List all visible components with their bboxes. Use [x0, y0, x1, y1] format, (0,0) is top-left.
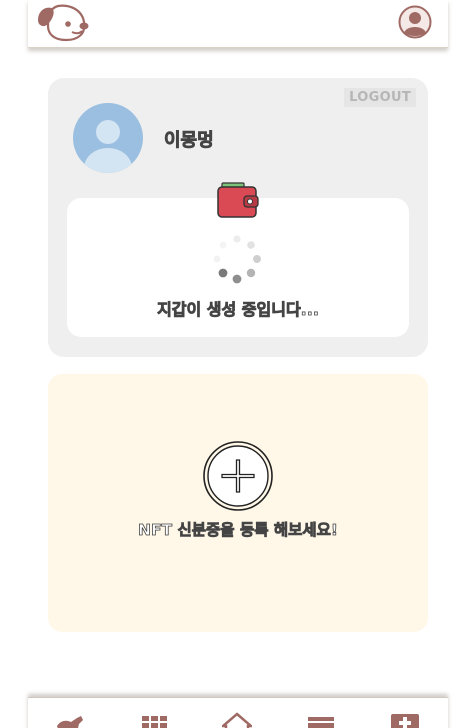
home-icon[interactable] — [222, 712, 252, 728]
nft-register-prompt: NFT 신분증을 등록 해보세요! — [138, 521, 339, 540]
calendar-icon[interactable] — [306, 712, 336, 728]
dog-logo-icon[interactable] — [36, 2, 90, 42]
bottom-nav — [28, 697, 448, 728]
loading-spinner-icon — [213, 235, 261, 284]
default-avatar-icon — [73, 103, 143, 173]
medical-cross-icon[interactable] — [390, 712, 420, 728]
profile-card: LOGOUT 이몽멍 지갑이 생성 중입니다... — [48, 78, 428, 357]
wallet-icon — [217, 182, 259, 218]
plus-circle-icon[interactable] — [202, 440, 274, 512]
grid-icon[interactable] — [140, 712, 170, 728]
logout-button[interactable]: LOGOUT — [344, 88, 416, 107]
wallet-status-text: 지갑이 생성 중입니다... — [157, 300, 320, 320]
user-name: 이몽멍 — [164, 130, 214, 152]
pet-walk-icon[interactable] — [55, 712, 85, 728]
user-profile-icon[interactable] — [398, 5, 432, 39]
nft-card: NFT 신분증을 등록 해보세요! — [48, 374, 428, 632]
app-header — [28, 0, 448, 48]
